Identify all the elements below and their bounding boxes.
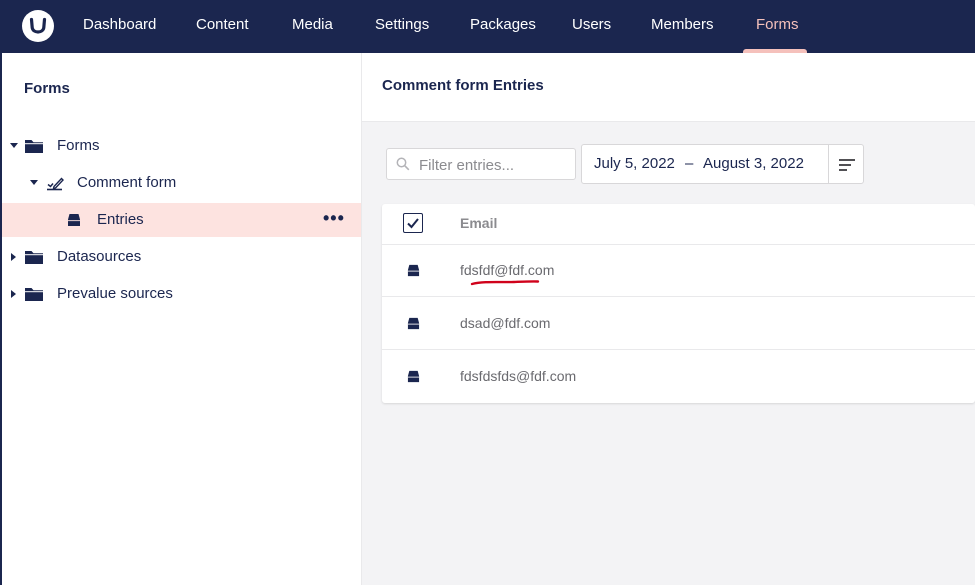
umbraco-logo-icon[interactable] bbox=[22, 10, 54, 42]
caret-right-icon[interactable] bbox=[11, 290, 16, 298]
folder-icon bbox=[25, 288, 43, 301]
folder-icon bbox=[25, 140, 43, 153]
main-panel: Comment form Entries July 5, 2022 – Augu… bbox=[362, 53, 975, 585]
check-icon bbox=[407, 218, 419, 229]
entries-table: Email fdsfdf@fdf.com dsad@fdf.com fdsfds… bbox=[382, 204, 975, 403]
nav-content[interactable]: Content bbox=[196, 0, 249, 53]
table-row[interactable]: dsad@fdf.com bbox=[382, 297, 975, 350]
table-header: Email bbox=[382, 204, 975, 245]
top-navigation-bar: Dashboard Content Media Settings Package… bbox=[0, 0, 975, 53]
tree-item-label: Datasources bbox=[57, 248, 142, 265]
page-title: Comment form Entries bbox=[382, 77, 544, 94]
row-email[interactable]: fdsfdsfds@fdf.com bbox=[460, 350, 576, 402]
table-row[interactable]: fdsfdsfds@fdf.com bbox=[382, 350, 975, 402]
tree-title: Forms bbox=[24, 80, 70, 97]
tree-item-label: Comment form bbox=[77, 174, 177, 191]
tree-item-forms[interactable]: Forms bbox=[2, 129, 361, 163]
nav-settings[interactable]: Settings bbox=[375, 0, 429, 53]
inbox-icon bbox=[407, 317, 420, 330]
date-to[interactable]: August 3, 2022 bbox=[703, 145, 804, 183]
date-range-picker[interactable]: July 5, 2022 – August 3, 2022 bbox=[581, 144, 864, 184]
more-actions-icon[interactable]: ••• bbox=[323, 203, 345, 233]
nav-packages[interactable]: Packages bbox=[470, 0, 536, 53]
filter-entries-field[interactable] bbox=[386, 148, 576, 181]
caret-right-icon[interactable] bbox=[11, 253, 16, 261]
inbox-icon bbox=[407, 264, 420, 277]
caret-down-icon[interactable] bbox=[10, 143, 18, 148]
sort-options-button[interactable] bbox=[828, 145, 864, 183]
tree-item-label: Prevalue sources bbox=[57, 285, 173, 302]
inbox-icon bbox=[407, 370, 420, 383]
tree-item-comment-form[interactable]: Comment form bbox=[2, 166, 361, 200]
nav-users[interactable]: Users bbox=[572, 0, 611, 53]
red-underline-annotation bbox=[470, 280, 540, 286]
nav-forms[interactable]: Forms bbox=[756, 0, 799, 53]
inbox-icon bbox=[68, 214, 80, 226]
table-row[interactable]: fdsfdf@fdf.com bbox=[382, 244, 975, 297]
row-email[interactable]: dsad@fdf.com bbox=[460, 297, 550, 349]
folder-icon bbox=[25, 251, 43, 264]
select-all-checkbox[interactable] bbox=[403, 213, 423, 233]
sort-lines-icon bbox=[839, 159, 855, 161]
tree-item-entries[interactable]: Entries ••• bbox=[2, 203, 361, 237]
tree-item-label: Forms bbox=[57, 137, 100, 154]
nav-members[interactable]: Members bbox=[651, 0, 714, 53]
form-edit-icon bbox=[47, 177, 64, 191]
main-header: Comment form Entries bbox=[362, 53, 975, 122]
caret-down-icon[interactable] bbox=[30, 180, 38, 185]
search-icon bbox=[396, 157, 410, 171]
tree-item-datasources[interactable]: Datasources bbox=[2, 240, 361, 274]
tree-item-prevalue-sources[interactable]: Prevalue sources bbox=[2, 277, 361, 311]
section-tree: Forms Forms Comment form Entries ••• Dat… bbox=[2, 53, 362, 585]
date-from[interactable]: July 5, 2022 bbox=[594, 145, 675, 183]
nav-media[interactable]: Media bbox=[292, 0, 333, 53]
column-header-email[interactable]: Email bbox=[460, 204, 497, 242]
nav-dashboard[interactable]: Dashboard bbox=[83, 0, 156, 53]
tree-item-label: Entries bbox=[97, 211, 144, 228]
filter-entries-input[interactable] bbox=[417, 149, 571, 181]
date-separator: – bbox=[685, 155, 694, 172]
